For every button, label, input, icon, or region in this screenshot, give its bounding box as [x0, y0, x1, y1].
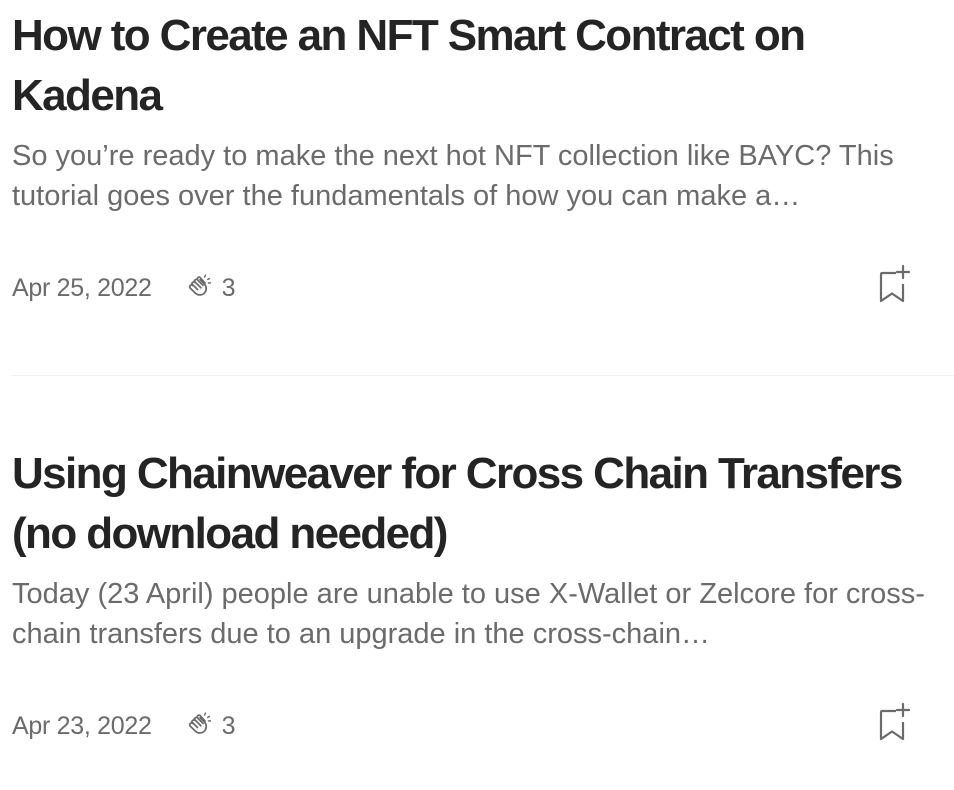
article-title[interactable]: How to Create an NFT Smart Contract on K…	[12, 0, 912, 126]
clap-count: 3	[221, 711, 236, 740]
publish-date: Apr 25, 2022	[12, 273, 152, 302]
article-feed: How to Create an NFT Smart Contract on K…	[0, 0, 954, 790]
article-meta: Apr 25, 2022 3	[12, 264, 954, 312]
article-title[interactable]: Using Chainweaver for Cross Chain Transf…	[12, 438, 912, 564]
article-meta: Apr 23, 2022 3	[12, 702, 954, 750]
divider	[12, 375, 954, 376]
article-excerpt[interactable]: Today (23 April) people are unable to us…	[12, 574, 932, 654]
bookmark-add-icon	[872, 701, 912, 750]
article-excerpt[interactable]: So you’re ready to make the next hot NFT…	[12, 136, 932, 216]
clap-button[interactable]: 3	[184, 711, 236, 741]
clap-count: 3	[221, 273, 236, 302]
article-card: How to Create an NFT Smart Contract on K…	[12, 0, 954, 302]
clap-icon	[184, 711, 214, 741]
clap-icon	[184, 273, 214, 303]
publish-date: Apr 23, 2022	[12, 711, 152, 740]
article-card: Using Chainweaver for Cross Chain Transf…	[12, 438, 954, 740]
bookmark-button[interactable]	[872, 264, 912, 310]
clap-button[interactable]: 3	[184, 273, 236, 303]
bookmark-add-icon	[872, 263, 912, 312]
bookmark-button[interactable]	[872, 702, 912, 748]
